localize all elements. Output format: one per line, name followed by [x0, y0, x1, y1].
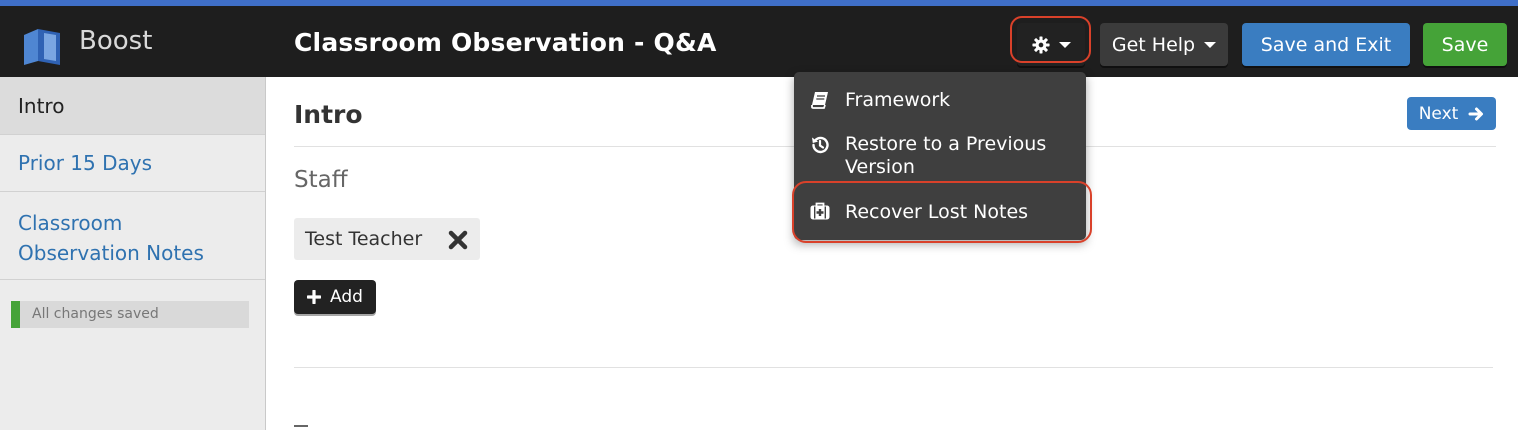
gear-icon: [1031, 35, 1050, 54]
next-button[interactable]: Next: [1407, 97, 1496, 130]
sidebar-item-classroom-observation-notes[interactable]: Classroom Observation Notes: [0, 192, 265, 280]
boost-logo-icon: [24, 29, 60, 65]
next-label: Next: [1418, 103, 1459, 124]
page-title: Classroom Observation - Q&A: [294, 28, 717, 57]
remove-icon[interactable]: [447, 229, 469, 251]
settings-dropdown-button[interactable]: [1017, 23, 1085, 66]
menu-item-label: Framework: [845, 89, 951, 111]
get-help-button[interactable]: Get Help: [1100, 23, 1228, 66]
menu-item-label: Recover Lost Notes: [845, 201, 1029, 223]
settings-menu: Framework Restore to a Previous Version …: [794, 72, 1086, 240]
section-title: Intro: [294, 100, 363, 129]
caret-down-icon: [1204, 41, 1217, 48]
menu-item-framework[interactable]: Framework: [794, 86, 1086, 116]
book-icon: [811, 92, 828, 109]
save-status-indicator: All changes saved: [11, 301, 249, 328]
history-icon: [812, 136, 829, 154]
top-bar: Boost Classroom Observation - Q&A Get He…: [0, 6, 1518, 77]
sidebar-item-label: Prior 15 Days: [18, 151, 153, 175]
save-and-exit-button[interactable]: Save and Exit: [1242, 23, 1410, 66]
staff-label: Staff: [294, 167, 348, 193]
arrow-right-icon: [1468, 107, 1484, 120]
menu-item-restore-previous-version[interactable]: Restore to a Previous Version: [794, 130, 1086, 180]
truncated-text: [294, 425, 308, 430]
add-staff-button[interactable]: Add: [294, 280, 376, 314]
caret-down-icon: [1058, 41, 1071, 48]
get-help-label: Get Help: [1111, 33, 1196, 56]
sidebar-item-label: Classroom Observation Notes: [18, 211, 204, 265]
menu-item-recover-lost-notes[interactable]: Recover Lost Notes: [794, 198, 1086, 228]
sidebar: Intro Prior 15 Days Classroom Observatio…: [0, 77, 266, 430]
plus-icon: [307, 290, 322, 304]
staff-tag: Test Teacher: [294, 218, 480, 260]
save-button[interactable]: Save: [1423, 23, 1507, 66]
sidebar-item-prior-15-days[interactable]: Prior 15 Days: [0, 135, 265, 192]
staff-tag-label: Test Teacher: [305, 228, 423, 250]
divider: [294, 367, 1493, 368]
add-label: Add: [330, 287, 363, 307]
brand-name: Boost: [79, 26, 153, 56]
sidebar-item-label: Intro: [18, 94, 65, 118]
menu-item-label: Restore to a Previous Version: [845, 133, 1047, 178]
medkit-icon: [810, 202, 830, 220]
sidebar-item-intro[interactable]: Intro: [0, 77, 265, 135]
